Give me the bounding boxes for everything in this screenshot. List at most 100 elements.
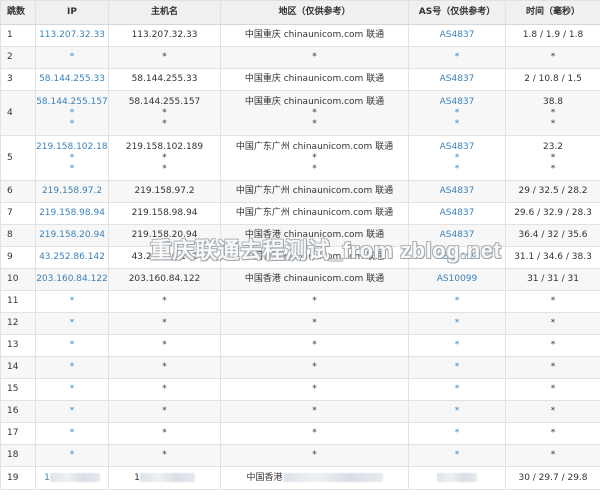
as-cell (408, 466, 506, 490)
cell-text: 中国香港 chinaunicom.com 联通 (244, 274, 385, 284)
as-cell: AS4837 (408, 68, 506, 91)
as-link[interactable]: AS4837 (410, 30, 505, 41)
ip-link[interactable]: 113.207.32.33 (37, 30, 108, 41)
ip-link[interactable]: 219.158.102.189 (37, 142, 108, 153)
time-cell: * (505, 46, 600, 69)
cell-text: * (69, 118, 75, 129)
redacted-block (139, 472, 195, 482)
as-link[interactable]: AS4837 (410, 230, 505, 241)
cell-text: * (550, 450, 556, 460)
hostname-cell: * (108, 290, 221, 313)
hop-cell: 15 (0, 378, 36, 401)
hop-cell: 1 (0, 24, 36, 47)
cell-text: * (162, 107, 167, 118)
as-link[interactable]: AS4837 (410, 142, 505, 153)
region-cell: * (220, 378, 409, 401)
hop-cell: 12 (0, 312, 36, 335)
ip-link[interactable]: 203.160.84.122 (37, 274, 108, 285)
cell-text: * (162, 318, 167, 328)
ip-cell: * (35, 290, 109, 313)
table-body: 1 113.207.32.33 113.207.32.33 中国重庆 chinauni… (0, 24, 600, 490)
as-link[interactable]: AS4837 (410, 97, 505, 108)
redacted-block (282, 472, 383, 482)
region-cell: * (220, 444, 409, 467)
cell-text: * (312, 428, 317, 438)
hop-cell: 19 (0, 466, 36, 490)
cell-text: * (69, 296, 75, 306)
cell-text: * (454, 118, 460, 129)
ip-cell: * (35, 400, 109, 423)
time-cell: * (505, 290, 600, 313)
time-cell: 2 / 10.8 / 1.5 (505, 68, 600, 91)
as-cell: AS4837 (408, 224, 506, 247)
ip-link[interactable]: 219.158.98.94 (37, 208, 108, 219)
ip-cell: 113.207.32.33 (35, 24, 109, 47)
cell-text: * (69, 163, 75, 174)
cell-text: 30 / 29.7 / 29.8 (518, 472, 588, 483)
ip-link[interactable]: 219.158.20.94 (37, 230, 108, 241)
cell-text: 中国重庆 chinaunicom.com 联通 (244, 30, 385, 40)
ip-link[interactable]: 219.158.97.2 (37, 186, 108, 197)
table-row: 14 * * * * * (0, 356, 600, 379)
region-cell: * (220, 334, 409, 357)
time-cell: 23.2 * * (505, 135, 600, 181)
hop-cell: 18 (0, 444, 36, 467)
cell-text: 219.158.20.94 (131, 230, 198, 240)
ip-link[interactable]: 58.144.255.157 (37, 97, 108, 108)
time-cell: * (505, 378, 600, 401)
table-row: 9 43.252.86.142 43.252.86.142 中国香港 chinauni… (0, 246, 600, 269)
cell-text: * (162, 118, 167, 129)
table-row: 16 * * * * * (0, 400, 600, 423)
region-cell: 中国广东广州 chinaunicom.com 联通 (220, 180, 409, 203)
time-cell: * (505, 400, 600, 423)
traceroute-table: 跳数 IP 主机名 地区（仅供参考） AS号（仅供参考） 时间（毫秒） 1 113… (0, 0, 600, 490)
ip-cell: * (35, 46, 109, 69)
time-cell: 30 / 29.7 / 29.8 (505, 466, 600, 490)
cell-text: * (162, 362, 167, 372)
region-cell: * (220, 290, 409, 313)
as-link[interactable]: AS4837 (410, 74, 505, 85)
cell-text: * (312, 152, 317, 163)
hostname-cell: * (108, 422, 221, 445)
as-link[interactable]: AS10099 (410, 274, 505, 285)
cell-text: 中国广东广州 chinaunicom.com 联通 (235, 141, 394, 152)
cell-text: * (454, 52, 460, 62)
cell-text: 中国广东广州 chinaunicom.com 联通 (235, 208, 394, 218)
cell-text: * (69, 340, 75, 350)
hostname-cell: 219.158.20.94 (108, 224, 221, 247)
ip-link[interactable]: 1 (44, 473, 50, 483)
cell-text: * (550, 406, 556, 416)
cell-text: * (312, 107, 317, 118)
as-cell: AS4837 (408, 180, 506, 203)
hostname-cell: 219.158.97.2 (108, 180, 221, 203)
ip-cell: 219.158.97.2 (35, 180, 109, 203)
cell-text: * (162, 52, 167, 62)
cell-text: * (454, 428, 460, 438)
cell-text: * (454, 163, 460, 174)
hostname-cell: 1 (108, 466, 221, 490)
ip-cell: 58.144.255.157 * * (35, 90, 109, 136)
hostname-cell: 219.158.98.94 (108, 202, 221, 225)
hostname-cell: 43.252.86.142 (108, 246, 221, 269)
ip-link[interactable]: 43.252.86.142 (37, 252, 108, 263)
header-as: AS号（仅供参考） (408, 0, 506, 25)
as-cell: * (408, 378, 506, 401)
ip-cell: 219.158.102.189 * * (35, 135, 109, 181)
time-cell: 29 / 32.5 / 28.2 (505, 180, 600, 203)
table-row: 6 219.158.97.2 219.158.97.2 中国广东广州 chinauni… (0, 180, 600, 203)
as-link[interactable]: AS10099 (410, 252, 505, 263)
hostname-cell: 203.160.84.122 (108, 268, 221, 291)
as-link[interactable]: AS4837 (410, 208, 505, 219)
cell-text: * (454, 340, 460, 350)
region-cell: 中国香港 chinaunicom.com 联通 (220, 246, 409, 269)
table-row: 13 * * * * * (0, 334, 600, 357)
hop-cell: 10 (0, 268, 36, 291)
as-cell: * (408, 46, 506, 69)
cell-text: 203.160.84.122 (128, 274, 201, 284)
cell-text: * (454, 318, 460, 328)
as-link[interactable]: AS4837 (410, 186, 505, 197)
cell-text: * (162, 296, 167, 306)
hostname-cell: * (108, 334, 221, 357)
ip-link[interactable]: 58.144.255.33 (37, 74, 108, 85)
cell-text: * (550, 152, 556, 163)
